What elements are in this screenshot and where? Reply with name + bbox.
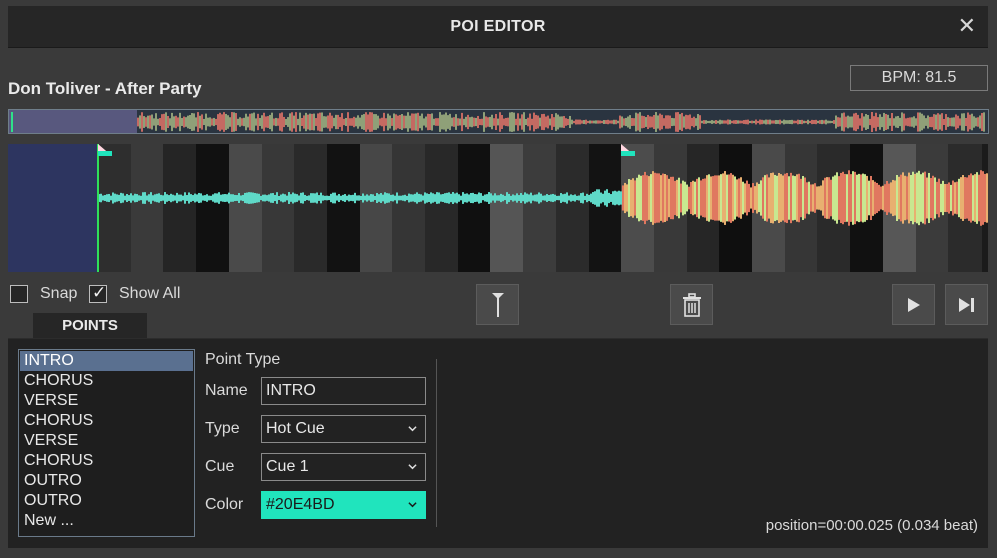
zoom-wave (98, 170, 988, 226)
list-item[interactable]: CHORUS (20, 451, 193, 471)
list-item[interactable]: CHORUS (20, 371, 193, 391)
cue-marker-intro[interactable] (98, 144, 112, 156)
snap-label: Snap (40, 285, 78, 302)
cue-label: Cue (205, 458, 235, 475)
points-list[interactable]: INTRO CHORUS VERSE CHORUS VERSE CHORUS OUTRO OU… (18, 349, 195, 537)
panel-divider (436, 359, 437, 527)
overview-played-region (9, 110, 137, 133)
chevron-down-icon (408, 464, 417, 470)
overview-wave (15, 112, 985, 132)
type-value: Hot Cue (266, 420, 325, 437)
list-item[interactable]: VERSE (20, 431, 193, 451)
play-icon (907, 297, 920, 312)
name-label: Name (205, 382, 248, 399)
cue-value: Cue 1 (266, 458, 309, 475)
overview-playhead (11, 112, 13, 132)
name-input[interactable]: INTRO (261, 377, 426, 405)
show-all-option[interactable]: ✓ Show All (89, 283, 181, 304)
cue-row: Cue Cue 1 (205, 453, 426, 481)
position-readout: position=00:00.025 (0.034 beat) (765, 517, 978, 534)
trash-icon (682, 292, 701, 317)
show-all-checkbox[interactable]: ✓ (89, 283, 107, 303)
bpm-display: BPM: 81.5 (850, 65, 988, 91)
snap-checkbox[interactable] (10, 285, 28, 303)
overview-waveform[interactable] (8, 109, 989, 134)
type-label: Type (205, 420, 240, 437)
points-panel: INTRO CHORUS VERSE CHORUS VERSE CHORUS OUTRO OU… (8, 338, 988, 548)
color-select[interactable]: #20E4BD (261, 491, 426, 519)
cue-marker-chorus[interactable] (621, 144, 635, 156)
delete-button[interactable] (670, 284, 713, 325)
show-all-label: Show All (119, 285, 181, 302)
list-item[interactable]: New ... (20, 511, 193, 531)
chevron-down-icon (408, 502, 417, 508)
skip-next-button[interactable] (945, 284, 988, 325)
color-row: Color #20E4BD (205, 491, 426, 519)
list-item[interactable]: OUTRO (20, 491, 193, 511)
chevron-down-icon (408, 426, 417, 432)
track-title: Don Toliver - After Party (8, 79, 202, 98)
checkmark-icon: ✓ (92, 283, 107, 302)
point-form: Point Type Name INTRO Type Hot Cue Cue C… (205, 351, 426, 519)
title-bar: POI EDITOR ✕ (8, 6, 988, 48)
type-select[interactable]: Hot Cue (261, 415, 426, 443)
cue-select[interactable]: Cue 1 (261, 453, 426, 481)
window-title: POI EDITOR (450, 18, 546, 35)
marker-pin-icon (491, 292, 504, 317)
tab-points[interactable]: POINTS (33, 313, 147, 339)
list-item[interactable]: CHORUS (20, 411, 193, 431)
snap-option[interactable]: Snap (10, 284, 77, 304)
type-row: Type Hot Cue (205, 415, 426, 443)
list-item[interactable]: VERSE (20, 391, 193, 411)
add-marker-button[interactable] (476, 284, 519, 325)
list-item[interactable]: INTRO (20, 351, 193, 371)
play-button[interactable] (892, 284, 935, 325)
point-type-heading: Point Type (205, 351, 281, 368)
playhead-cursor[interactable] (97, 144, 99, 272)
color-label: Color (205, 496, 244, 513)
zoom-waveform[interactable] (8, 144, 988, 272)
name-row: Name INTRO (205, 377, 426, 405)
close-icon[interactable]: ✕ (958, 14, 976, 38)
color-value: #20E4BD (266, 496, 335, 513)
skip-next-icon (958, 297, 974, 312)
list-item[interactable]: OUTRO (20, 471, 193, 491)
